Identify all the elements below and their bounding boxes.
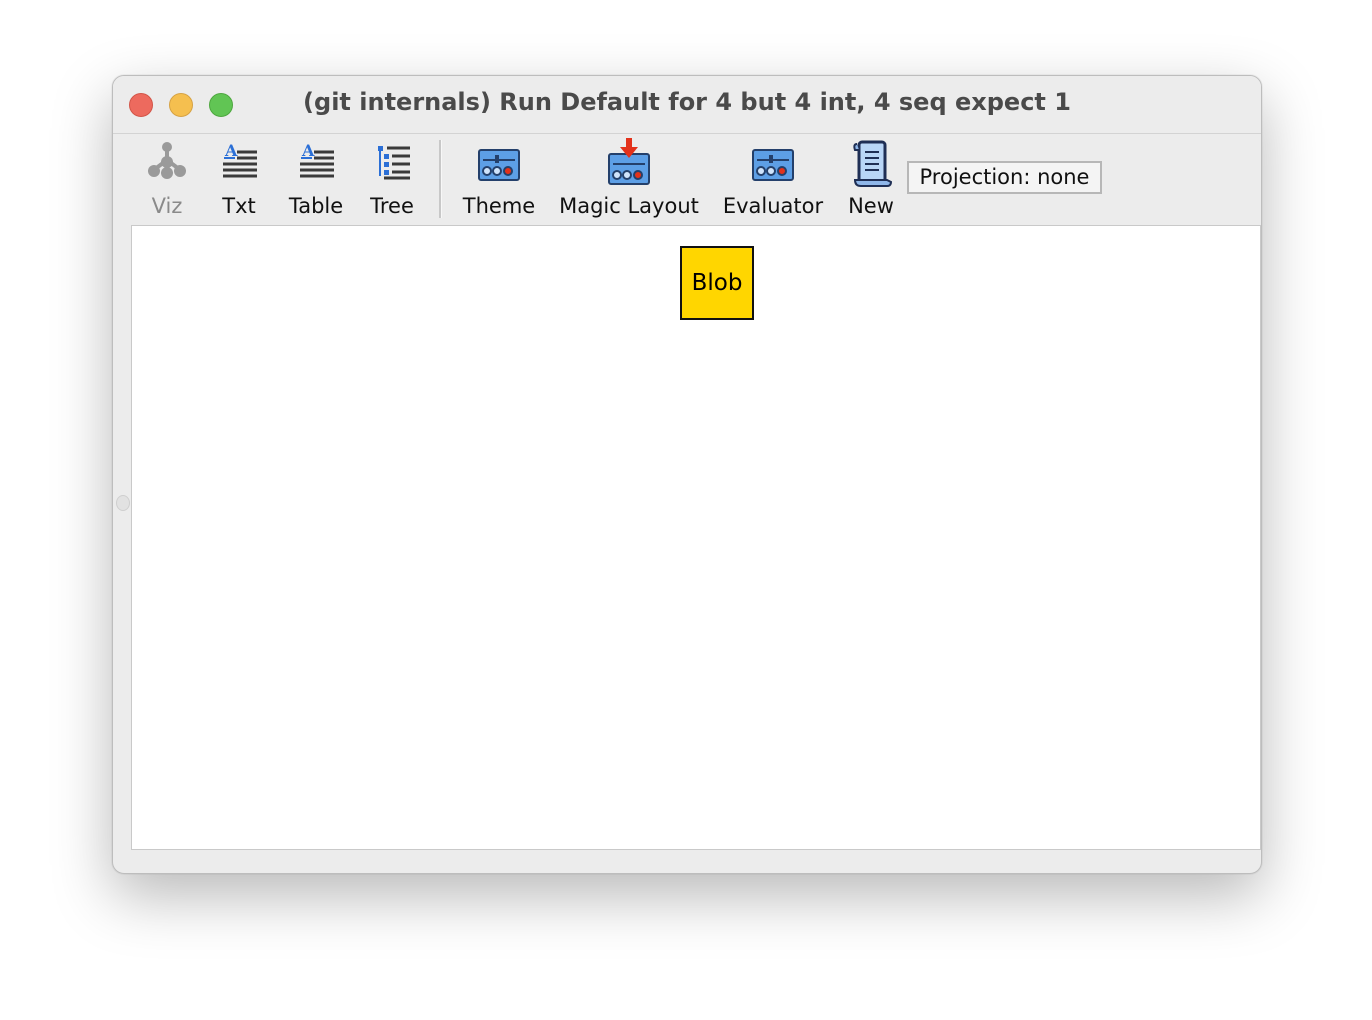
- table-lines-icon: A: [300, 141, 334, 178]
- txt-button[interactable]: A Txt: [209, 134, 269, 225]
- text-lines-icon: A: [223, 141, 257, 178]
- theme-button[interactable]: Theme: [455, 134, 543, 225]
- theme-label: Theme: [462, 194, 536, 218]
- table-label: Table: [288, 194, 344, 218]
- magic-layout-icon: [608, 138, 650, 185]
- evaluator-label: Evaluator: [722, 194, 824, 218]
- title-bar: (git internals) Run Default for 4 but 4 …: [113, 76, 1261, 134]
- new-label: New: [848, 194, 894, 218]
- new-button[interactable]: New: [841, 134, 901, 225]
- tree-label: Tree: [370, 194, 414, 218]
- table-button[interactable]: A Table: [281, 134, 351, 225]
- viz-button[interactable]: Viz: [137, 134, 197, 225]
- toolbar-separator: [439, 140, 442, 218]
- magic-layout-button[interactable]: Magic Layout: [553, 134, 705, 225]
- theme-settings-icon: [478, 149, 520, 181]
- graph-tree-icon: [148, 142, 186, 179]
- graph-canvas[interactable]: Blob: [131, 225, 1261, 850]
- evaluator-button[interactable]: Evaluator: [717, 134, 829, 225]
- projection-button[interactable]: Projection: none: [907, 161, 1102, 194]
- magic-layout-label: Magic Layout: [559, 194, 699, 218]
- tree-button[interactable]: Tree: [362, 134, 422, 225]
- scroll-new-icon: [853, 140, 893, 187]
- tree-list-icon: [378, 146, 410, 180]
- app-window: (git internals) Run Default for 4 but 4 …: [112, 75, 1262, 874]
- window-title: (git internals) Run Default for 4 but 4 …: [303, 88, 1071, 116]
- evaluator-icon: [752, 149, 794, 181]
- txt-label: Txt: [222, 194, 256, 218]
- graph-node-blob[interactable]: Blob: [680, 246, 754, 320]
- splitter-handle[interactable]: [116, 495, 130, 511]
- toolbar: Viz A Txt A Table Tree Theme Magic Layou…: [113, 134, 1261, 225]
- viz-label: Viz: [151, 194, 183, 218]
